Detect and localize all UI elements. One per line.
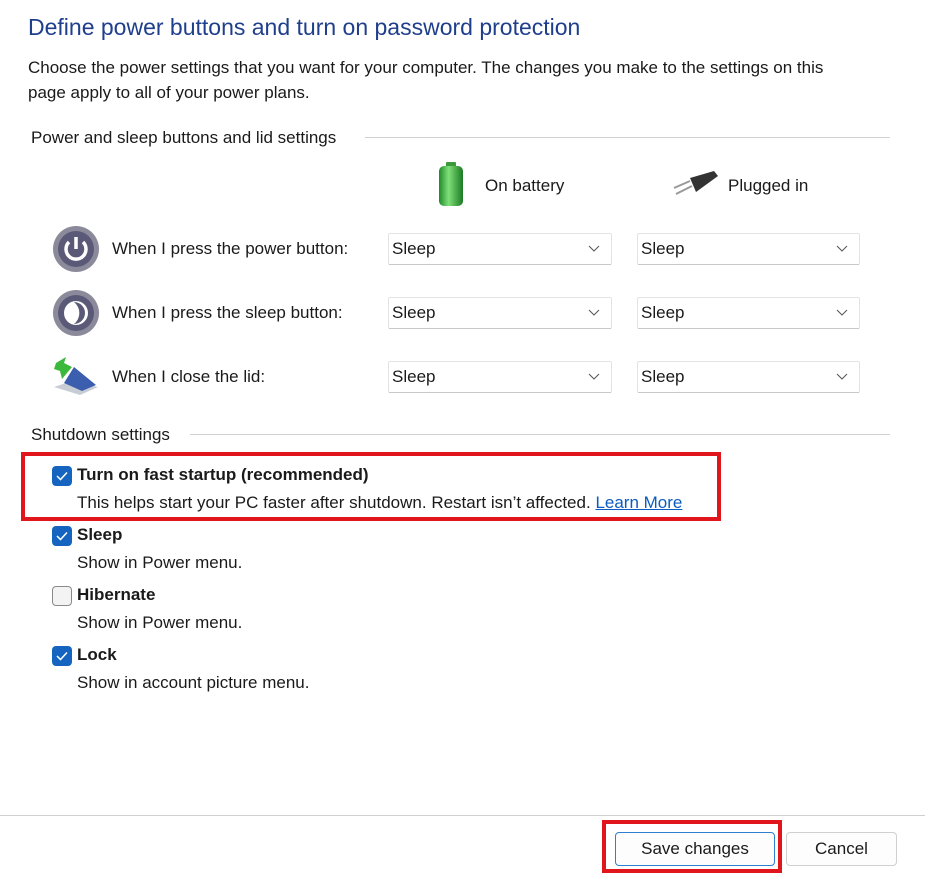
- lock-description: Show in account picture menu.: [77, 673, 310, 692]
- divider: [190, 434, 890, 435]
- chevron-down-icon: [836, 245, 848, 252]
- page-title: Define power buttons and turn on passwor…: [28, 14, 581, 40]
- power-button-on-battery-dropdown[interactable]: Sleep: [388, 233, 612, 265]
- learn-more-link[interactable]: Learn More: [595, 493, 682, 512]
- chevron-down-icon: [588, 373, 600, 380]
- divider: [365, 137, 890, 138]
- chevron-down-icon: [588, 309, 600, 316]
- column-on-battery: On battery: [485, 176, 565, 195]
- hibernate-description: Show in Power menu.: [77, 613, 243, 632]
- footer-divider: [0, 815, 925, 816]
- checkmark-icon: [56, 471, 68, 481]
- column-plugged-in: Plugged in: [728, 176, 809, 195]
- checkmark-icon: [56, 531, 68, 541]
- sleep-button-label: When I press the sleep button:: [112, 303, 343, 322]
- dropdown-value: Sleep: [641, 239, 685, 258]
- sleep-checkbox[interactable]: [52, 526, 72, 546]
- cancel-button[interactable]: Cancel: [786, 832, 897, 866]
- lid-on-battery-dropdown[interactable]: Sleep: [388, 361, 612, 393]
- battery-icon: [439, 162, 463, 206]
- power-plug-icon: [673, 171, 718, 195]
- sleep-button-plugged-in-dropdown[interactable]: Sleep: [637, 297, 860, 329]
- power-button-icon: [53, 226, 99, 272]
- chevron-down-icon: [836, 309, 848, 316]
- fast-startup-description: This helps start your PC faster after sh…: [77, 493, 682, 513]
- save-changes-button[interactable]: Save changes: [615, 832, 775, 866]
- dropdown-value: Sleep: [392, 239, 436, 258]
- sleep-description: Show in Power menu.: [77, 553, 243, 572]
- fast-startup-text: This helps start your PC faster after sh…: [77, 493, 591, 512]
- sleep-label[interactable]: Sleep: [77, 525, 122, 545]
- laptop-lid-icon: [54, 357, 98, 395]
- lid-plugged-in-dropdown[interactable]: Sleep: [637, 361, 860, 393]
- lock-label[interactable]: Lock: [77, 645, 117, 665]
- sleep-button-icon: [53, 290, 99, 336]
- dropdown-value: Sleep: [641, 303, 685, 322]
- chevron-down-icon: [588, 245, 600, 252]
- dropdown-value: Sleep: [641, 367, 685, 386]
- fast-startup-checkbox[interactable]: [52, 466, 72, 486]
- lid-label: When I close the lid:: [112, 367, 266, 386]
- dropdown-value: Sleep: [392, 303, 436, 322]
- power-section-heading: Power and sleep buttons and lid settings: [31, 128, 337, 147]
- description-line-2: page apply to all of your power plans.: [28, 83, 310, 102]
- lock-checkbox[interactable]: [52, 646, 72, 666]
- hibernate-checkbox[interactable]: [52, 586, 72, 606]
- sleep-button-on-battery-dropdown[interactable]: Sleep: [388, 297, 612, 329]
- hibernate-label[interactable]: Hibernate: [77, 585, 155, 605]
- power-button-label: When I press the power button:: [112, 239, 349, 258]
- dropdown-value: Sleep: [392, 367, 436, 386]
- fast-startup-label[interactable]: Turn on fast startup (recommended): [77, 465, 369, 485]
- checkmark-icon: [56, 651, 68, 661]
- chevron-down-icon: [836, 373, 848, 380]
- description-line-1: Choose the power settings that you want …: [28, 58, 824, 77]
- shutdown-section-heading: Shutdown settings: [31, 425, 170, 444]
- power-button-plugged-in-dropdown[interactable]: Sleep: [637, 233, 860, 265]
